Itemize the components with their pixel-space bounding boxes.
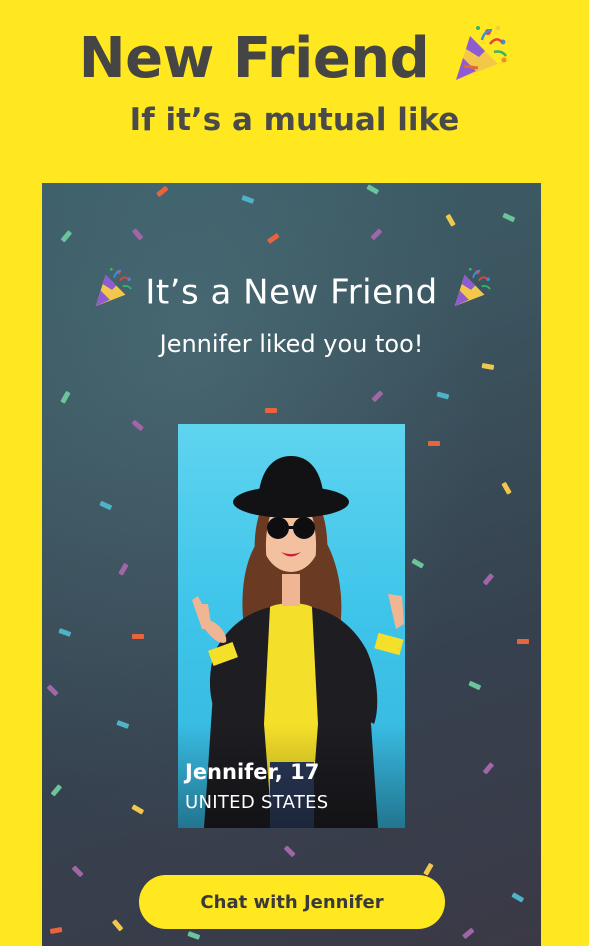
match-subtitle: Jennifer liked you too! xyxy=(159,330,424,358)
promo-title: New Friend xyxy=(0,22,589,102)
match-title: It’s a New Friend xyxy=(42,265,541,323)
promo-title-text: New Friend xyxy=(78,26,430,92)
profile-name-age: Jennifer, 17 xyxy=(185,760,320,784)
party-popper-icon xyxy=(448,22,510,102)
party-popper-icon xyxy=(449,265,493,323)
promo-subtitle: If it’s a mutual like xyxy=(129,102,460,138)
match-screen: It’s a New Friend Jennifer liked you too… xyxy=(42,183,541,946)
profile-country: UNITED STATES xyxy=(185,792,329,813)
chat-button[interactable]: Chat with Jennifer xyxy=(139,875,445,929)
party-popper-icon xyxy=(90,265,134,323)
profile-photo-card[interactable]: Jennifer, 17 UNITED STATES xyxy=(178,424,405,828)
match-title-text: It’s a New Friend xyxy=(145,272,438,313)
